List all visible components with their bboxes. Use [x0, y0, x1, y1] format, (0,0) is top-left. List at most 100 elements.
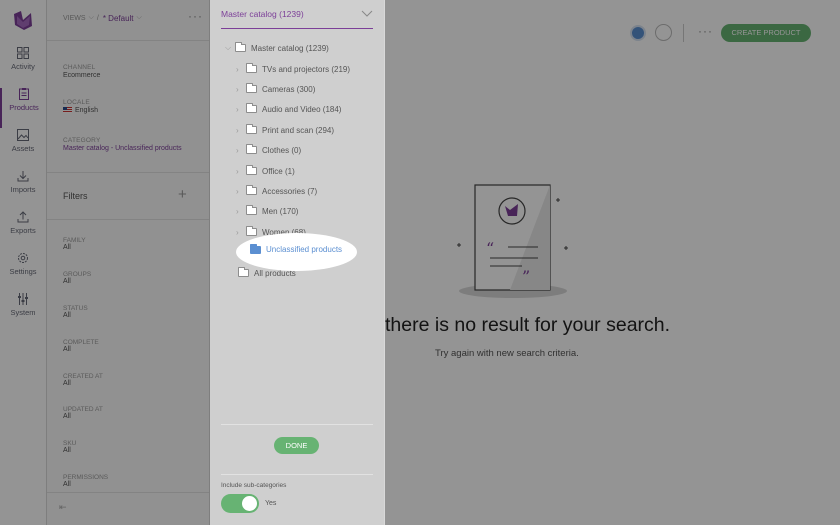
tree-node[interactable]: › Cameras (300): [236, 82, 315, 96]
filter-created-at[interactable]: CREATED AT All: [63, 373, 103, 387]
category-switcher[interactable]: CATEGORY Master catalog - Unclassified p…: [63, 137, 203, 152]
nav-label: Products: [9, 103, 39, 112]
tree-selector-value: Master catalog (1239): [221, 9, 304, 19]
folder-icon: [246, 103, 257, 113]
filter-label: CREATED AT: [63, 373, 103, 380]
nav-item-activity[interactable]: Activity: [0, 47, 46, 87]
divider: [47, 492, 209, 493]
svg-text:“: “: [486, 239, 494, 258]
folder-icon: [250, 243, 261, 254]
tree-node-label: Print and scan (294): [262, 125, 335, 135]
chevron-right-icon: ›: [236, 186, 239, 196]
locale-switcher[interactable]: LOCALE English: [63, 99, 203, 114]
filter-updated-at[interactable]: UPDATED AT All: [63, 406, 103, 420]
exports-icon: [17, 211, 29, 223]
more-options-icon[interactable]: ···: [698, 24, 713, 38]
svg-text:”: ”: [522, 267, 530, 286]
filter-status[interactable]: STATUS All: [63, 305, 88, 319]
include-subcategories-label: Include sub-categories: [221, 482, 287, 489]
divider: [47, 172, 209, 173]
chevron-down-icon: ⌵: [225, 43, 232, 52]
include-subcategories-toggle[interactable]: [221, 494, 259, 513]
tree-selector[interactable]: Master catalog (1239): [221, 9, 373, 29]
channel-value: Ecommerce: [63, 72, 101, 79]
globe-icon[interactable]: [630, 25, 646, 41]
divider: [683, 24, 684, 42]
folder-icon: [246, 124, 257, 134]
collapse-panel-icon[interactable]: ⇤: [59, 502, 67, 513]
folder-icon: [235, 42, 246, 52]
filter-family[interactable]: FAMILY All: [63, 237, 86, 251]
filter-value: All: [63, 413, 71, 420]
tree-node-label: Unclassified products: [266, 245, 343, 254]
activity-icon: [17, 47, 29, 59]
chevron-right-icon: ›: [236, 104, 239, 114]
nav-label: Assets: [11, 144, 35, 153]
channel-switcher[interactable]: CHANNEL Ecommerce: [63, 64, 203, 79]
filter-complete[interactable]: COMPLETE All: [63, 339, 99, 353]
filter-label: SKU: [63, 440, 77, 447]
include-subcategories-value: Yes: [265, 500, 277, 507]
folder-icon: [246, 165, 257, 175]
nav-item-products[interactable]: Products: [0, 88, 46, 128]
imports-icon: [17, 171, 29, 182]
divider: [47, 219, 209, 220]
tree-node[interactable]: › Office (1): [236, 164, 295, 178]
tree-node[interactable]: › Print and scan (294): [236, 123, 334, 137]
tree-node-label: Clothes (0): [262, 145, 302, 155]
nav-item-system[interactable]: System: [0, 293, 46, 333]
locale-value: English: [75, 107, 98, 114]
main-nav: Activity Products Assets Imports Exports: [0, 0, 47, 525]
tree-node[interactable]: › Accessories (7): [236, 184, 317, 198]
done-button[interactable]: DONE: [274, 437, 319, 454]
nav-item-assets[interactable]: Assets: [0, 129, 46, 169]
filter-value: All: [63, 312, 71, 319]
filter-value: All: [63, 380, 71, 387]
filter-value: All: [63, 481, 71, 488]
tree-node-label: Audio and Video (184): [262, 104, 342, 114]
filter-value: All: [63, 447, 71, 454]
filter-sku[interactable]: SKU All: [63, 440, 76, 454]
views-selected: * Default: [102, 13, 134, 23]
tree-node-label: Office (1): [262, 166, 295, 176]
views-selector[interactable]: VIEWS ⌵ / * Default ⌵ ···: [63, 10, 203, 26]
empty-state-subtitle: Try again with new search criteria.: [435, 348, 579, 359]
views-label: VIEWS: [63, 14, 86, 22]
chevron-right-icon: ›: [236, 166, 239, 176]
assets-icon: [17, 129, 29, 141]
filters-title: Filters: [63, 191, 88, 201]
nav-item-settings[interactable]: Settings: [0, 252, 46, 292]
chevron-right-icon: ›: [236, 145, 239, 155]
folder-icon: [246, 226, 257, 236]
filter-groups[interactable]: GROUPS All: [63, 271, 91, 285]
filter-label: GROUPS: [63, 271, 92, 278]
chevron-right-icon: ›: [236, 125, 239, 135]
divider: [221, 474, 373, 475]
filter-label: UPDATED AT: [63, 406, 103, 413]
tree-node-root[interactable]: ⌵ Master catalog (1239): [225, 41, 329, 55]
tree-node[interactable]: › TVs and projectors (219): [236, 62, 350, 76]
tree-node-label: Accessories (7): [262, 186, 318, 196]
folder-icon: [246, 83, 257, 93]
filter-permissions[interactable]: PERMISSIONS All: [63, 474, 108, 488]
tree-node[interactable]: › Men (170): [236, 204, 298, 218]
tree-node[interactable]: › Clothes (0): [236, 143, 301, 157]
create-product-button[interactable]: CREATE PRODUCT: [721, 24, 811, 42]
tree-node-label: Master catalog (1239): [251, 43, 329, 53]
category-value: Master catalog - Unclassified products: [63, 145, 182, 152]
divider: [47, 40, 209, 41]
more-options-icon[interactable]: ···: [188, 10, 203, 22]
chevron-down-icon: ⌵: [136, 14, 142, 21]
add-filter-button[interactable]: +: [178, 186, 187, 203]
nav-item-exports[interactable]: Exports: [0, 211, 46, 251]
channel-label: CHANNEL: [63, 64, 96, 71]
bell-icon[interactable]: [655, 24, 672, 41]
nav-item-imports[interactable]: Imports: [0, 170, 46, 210]
empty-search-illustration: “ ”: [457, 184, 568, 298]
empty-state-title: there is no result for your search.: [385, 314, 671, 336]
tree-node[interactable]: › Audio and Video (184): [236, 102, 341, 116]
locale-label: LOCALE: [63, 99, 90, 106]
tree-node-unclassified[interactable]: Unclassified products: [250, 243, 343, 254]
akeneo-logo-icon[interactable]: [11, 8, 35, 32]
nav-label: Exports: [10, 226, 36, 235]
